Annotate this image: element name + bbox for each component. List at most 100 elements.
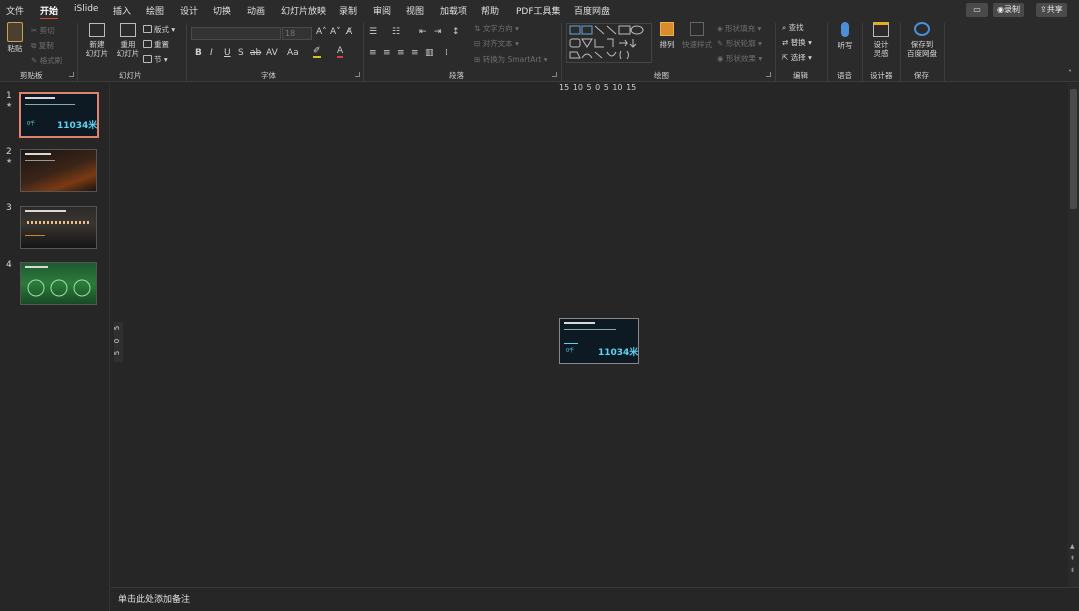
layout-button[interactable]: 版式 ▾ bbox=[143, 24, 175, 35]
notes-placeholder[interactable]: 单击此处添加备注 bbox=[118, 592, 190, 605]
share-button[interactable]: ⇪共享 bbox=[1036, 3, 1067, 17]
font-group-label: 字体 bbox=[261, 71, 276, 80]
tab-file[interactable]: 文件 bbox=[6, 4, 24, 17]
slide-big-text: 11034米 bbox=[598, 348, 639, 358]
select-label: 选择 bbox=[790, 53, 806, 62]
slide-thumbnail[interactable] bbox=[20, 149, 97, 192]
strikethrough-button[interactable]: ab bbox=[250, 48, 261, 58]
slide-thumbnail[interactable]: 0千 11034米 bbox=[19, 92, 99, 138]
decrease-indent-icon[interactable]: ⇤ bbox=[419, 27, 427, 37]
tab-home[interactable]: 开始 bbox=[40, 4, 59, 20]
shape-outline-button[interactable]: ✎ 形状轮廓 ▾ bbox=[717, 38, 762, 49]
align-center-icon[interactable]: ≡ bbox=[383, 48, 391, 58]
drawing-launcher-icon[interactable] bbox=[766, 72, 771, 77]
clipboard-launcher-icon[interactable] bbox=[69, 72, 74, 77]
smartart-icon: ⊞ bbox=[474, 55, 481, 64]
para-distribute-icon[interactable]: ⁞ bbox=[445, 48, 448, 58]
font-launcher-icon[interactable] bbox=[355, 72, 360, 77]
quick-styles-button[interactable]: 快速样式 bbox=[680, 22, 714, 49]
collapse-ribbon-icon[interactable]: ˄ bbox=[1068, 69, 1072, 78]
numbering-icon[interactable]: ☷ bbox=[392, 27, 400, 37]
tab-animations[interactable]: 动画 bbox=[247, 4, 265, 17]
next-slide-icon[interactable]: ⇟ bbox=[1070, 567, 1075, 574]
slide-thumbnail[interactable] bbox=[20, 262, 97, 305]
tab-baidu-netdisk[interactable]: 百度网盘 bbox=[574, 4, 610, 17]
select-button[interactable]: ⇱ 选择 ▾ bbox=[782, 52, 812, 63]
highlight-icon[interactable]: ✐ bbox=[313, 46, 321, 58]
section-button[interactable]: 节 ▾ bbox=[143, 54, 168, 65]
tab-slideshow[interactable]: 幻灯片放映 bbox=[281, 4, 326, 17]
notes-pane[interactable]: 单击此处添加备注 bbox=[111, 587, 1079, 611]
mini-text-line bbox=[25, 104, 75, 105]
separator bbox=[363, 23, 364, 81]
align-text-icon: ⊟ bbox=[474, 39, 481, 48]
align-text-button[interactable]: ⊟ 对齐文本 ▾ bbox=[474, 38, 519, 49]
replace-button[interactable]: ⇄ 替换 ▾ bbox=[782, 37, 812, 48]
slide-text-line bbox=[564, 329, 616, 330]
tab-help[interactable]: 帮助 bbox=[481, 4, 499, 17]
reset-button[interactable]: 重置 bbox=[143, 39, 169, 50]
smartart-button[interactable]: ⊞ 转换为 SmartArt ▾ bbox=[474, 54, 548, 65]
paragraph-launcher-icon[interactable] bbox=[552, 72, 557, 77]
paste-button[interactable]: 粘贴 bbox=[4, 22, 26, 53]
comments-button[interactable]: ▭ bbox=[966, 3, 988, 17]
increase-indent-icon[interactable]: ⇥ bbox=[434, 27, 442, 37]
format-painter-button[interactable]: ✎ 格式刷 bbox=[31, 55, 62, 66]
line-spacing-icon[interactable]: ↕ bbox=[452, 27, 460, 37]
change-case-button[interactable]: Aa bbox=[287, 48, 299, 58]
columns-icon[interactable]: ▥ bbox=[425, 48, 434, 58]
new-slide-button[interactable]: 新建 幻灯片 bbox=[82, 23, 112, 58]
tab-islide[interactable]: iSlide bbox=[74, 4, 98, 14]
current-slide[interactable]: 0千 11034米 bbox=[559, 318, 639, 364]
designer-button[interactable]: 设计 灵感 bbox=[868, 22, 894, 58]
shape-fill-button[interactable]: ◈ 形状填充 ▾ bbox=[717, 23, 761, 34]
clear-format-icon[interactable]: A̸ bbox=[346, 27, 352, 37]
scrollbar-thumb[interactable] bbox=[1070, 89, 1077, 209]
format-painter-label: 格式刷 bbox=[39, 56, 63, 65]
shadow-button[interactable]: S bbox=[238, 48, 244, 58]
separator bbox=[900, 23, 901, 81]
comment-icon: ▭ bbox=[973, 5, 981, 14]
record-icon: ◉ bbox=[997, 5, 1004, 14]
justify-icon[interactable]: ≡ bbox=[411, 48, 419, 58]
mini-title-bar bbox=[25, 153, 52, 155]
reuse-slides-button[interactable]: 重用 幻灯片 bbox=[114, 23, 142, 58]
font-name-combo[interactable] bbox=[191, 27, 281, 40]
italic-button[interactable]: I bbox=[210, 48, 213, 58]
align-right-icon[interactable]: ≡ bbox=[397, 48, 405, 58]
char-spacing-button[interactable]: AV bbox=[266, 48, 278, 58]
grow-font-icon[interactable]: A˄ bbox=[316, 27, 327, 37]
arrange-button[interactable]: 排列 bbox=[656, 22, 678, 49]
shapes-gallery[interactable] bbox=[566, 23, 652, 63]
underline-button[interactable]: U bbox=[224, 48, 231, 58]
paste-label: 粘贴 bbox=[7, 44, 23, 53]
tab-design[interactable]: 设计 bbox=[180, 4, 198, 17]
find-button[interactable]: ⌕ 查找 bbox=[782, 22, 804, 33]
bullets-icon[interactable]: ☰ bbox=[369, 27, 377, 37]
record-button[interactable]: ◉录制 bbox=[993, 3, 1024, 17]
font-size-combo[interactable]: 18 bbox=[282, 27, 312, 40]
align-left-icon[interactable]: ≡ bbox=[369, 48, 377, 58]
prev-slide-icon[interactable]: ⇞ bbox=[1070, 555, 1075, 562]
scroll-up-icon[interactable]: ▲ bbox=[1070, 543, 1075, 550]
font-color-icon[interactable]: A bbox=[337, 46, 344, 58]
cut-button[interactable]: ✂ 剪切 bbox=[31, 25, 55, 36]
new-slide-icon bbox=[89, 23, 105, 37]
tab-addins[interactable]: 加载项 bbox=[440, 4, 467, 17]
shrink-font-icon[interactable]: A˅ bbox=[330, 27, 341, 37]
tab-pdf-tools[interactable]: PDF工具集 bbox=[516, 4, 561, 17]
dictate-button[interactable]: 听写 bbox=[834, 22, 856, 50]
tab-draw[interactable]: 绘图 bbox=[146, 4, 164, 17]
text-direction-button[interactable]: ⇅ 文字方向 ▾ bbox=[474, 23, 519, 34]
copy-button[interactable]: ⧉ 复制 bbox=[31, 40, 54, 51]
slide-thumbnail[interactable] bbox=[20, 206, 97, 249]
shape-effects-button[interactable]: ◉ 形状效果 ▾ bbox=[717, 53, 762, 64]
save-to-baidu-button[interactable]: 保存到 百度网盘 bbox=[905, 22, 939, 58]
tab-insert[interactable]: 插入 bbox=[113, 4, 131, 17]
tab-view[interactable]: 视图 bbox=[406, 4, 424, 17]
bold-button[interactable]: B bbox=[195, 48, 202, 58]
tab-transitions[interactable]: 切换 bbox=[213, 4, 231, 17]
vertical-scrollbar[interactable]: ▲ ⇞ ⇟ bbox=[1068, 83, 1079, 587]
tab-review[interactable]: 审阅 bbox=[373, 4, 391, 17]
tab-record[interactable]: 录制 bbox=[339, 4, 357, 17]
